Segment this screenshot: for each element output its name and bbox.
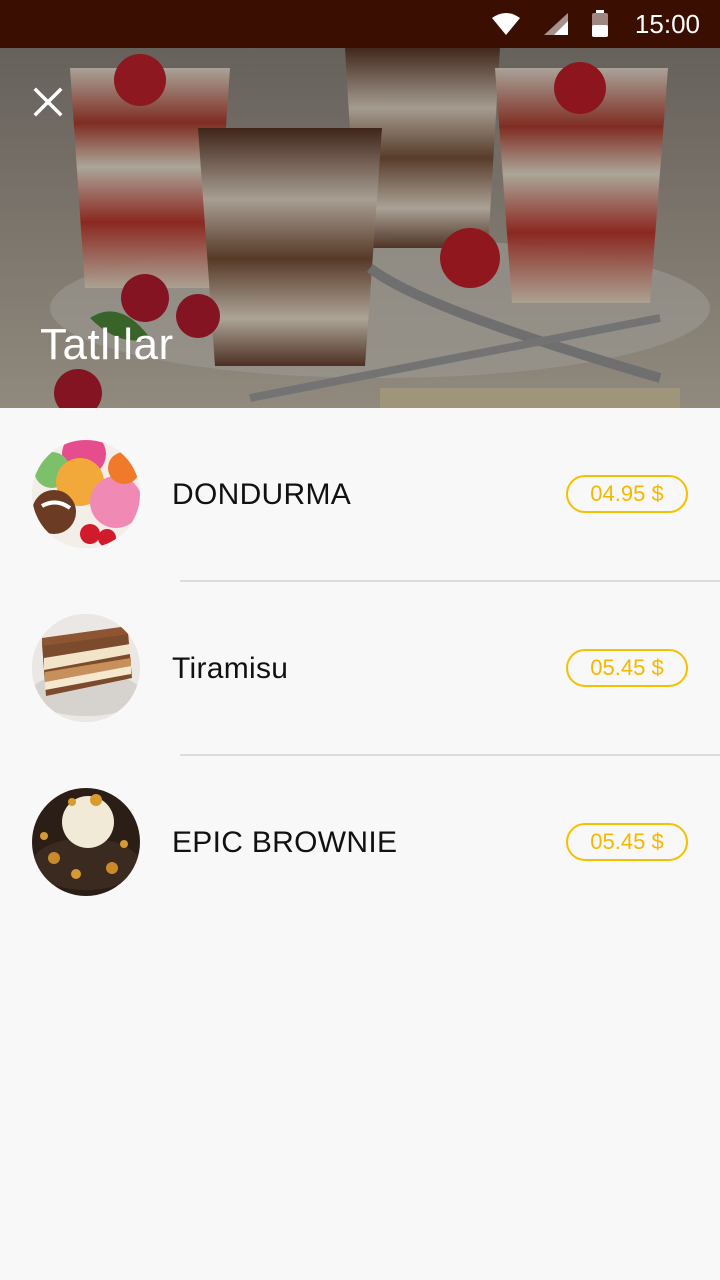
- list-item[interactable]: EPIC BROWNIE 05.45 $: [0, 756, 720, 930]
- battery-icon: [591, 10, 609, 38]
- item-name: DONDURMA: [172, 478, 352, 511]
- list-item[interactable]: Tiramisu 05.45 $: [0, 582, 720, 756]
- hero-header: Tatlılar: [0, 48, 720, 408]
- menu-list: DONDURMA 04.95 $ Tiramisu 05.45 $ EPIC B…: [0, 408, 720, 930]
- price-badge: 05.45 $: [566, 823, 688, 861]
- price-badge: 05.45 $: [566, 649, 688, 687]
- wifi-icon: [491, 12, 521, 36]
- page-title: Tatlılar: [40, 320, 174, 369]
- brownie-thumbnail: [32, 788, 140, 896]
- ice-cream-thumbnail: [32, 440, 140, 548]
- tiramisu-thumbnail: [32, 614, 140, 722]
- list-item[interactable]: DONDURMA 04.95 $: [0, 408, 720, 582]
- cell-signal-icon: [543, 12, 569, 36]
- item-name: Tiramisu: [172, 652, 289, 685]
- price-badge: 04.95 $: [566, 475, 688, 513]
- clock: 15:00: [634, 8, 700, 39]
- close-button[interactable]: [26, 82, 70, 126]
- close-icon: [33, 87, 63, 122]
- item-name: EPIC BROWNIE: [172, 826, 398, 859]
- status-bar: 15:00: [0, 0, 720, 48]
